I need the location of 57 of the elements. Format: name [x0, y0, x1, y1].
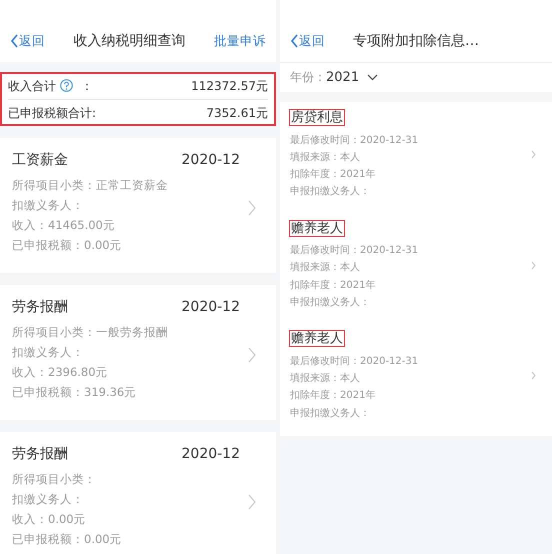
total-label: 已申报税额合计:	[8, 105, 96, 122]
record-period: 2020-12	[182, 445, 240, 464]
record-title: 工资薪金	[12, 151, 68, 170]
deduction-item[interactable]: 赡养老人 最后修改时间：2020-12-31 填报来源：本人 扣除年度：2021年 申报扣缴义务人：	[290, 329, 536, 422]
deduction-detail: 申报扣缴义务人：	[290, 406, 371, 421]
record-detail: 扣缴义务人：	[12, 344, 85, 361]
dropdown-caret-icon	[367, 74, 378, 81]
deduction-detail: 申报扣缴义务人：	[290, 184, 371, 200]
record-detail: 扣缴义务人：	[12, 197, 85, 214]
deduction-detail: 填报来源：本人	[290, 372, 361, 386]
chevron-right-icon	[248, 346, 256, 362]
deduction-detail: 最后修改时间：2020-12-31	[290, 244, 420, 258]
record-detail: 已申报税额：0.00元	[12, 531, 123, 548]
screen-title: 收入纳税明细查询	[74, 32, 186, 50]
batch-appeal-link[interactable]: 批量申诉	[214, 32, 266, 50]
record-detail: 所得项目小类：一般劳务报酬	[12, 324, 169, 341]
deduction-detail: 申报扣缴义务人：	[290, 296, 371, 310]
screen-title: 专项附加扣除信息…	[353, 32, 479, 50]
back-icon	[290, 34, 299, 48]
total-label: ：	[81, 78, 93, 94]
total-value: 7352.61元	[206, 105, 268, 122]
record-detail: 收入：0.00元	[12, 511, 87, 528]
deduction-item[interactable]: 赡养老人 最后修改时间：2020-12-31 填报来源：本人 扣除年度：2021年 申报扣缴义务人：	[290, 218, 536, 312]
record-detail: 所得项目小类：正常工资薪金	[12, 177, 169, 194]
year-selector[interactable]: 2021	[326, 68, 378, 88]
record-detail: 已申报税额：319.36元	[12, 384, 138, 401]
record-title: 劳务报酬	[12, 445, 68, 464]
deduction-title: 房贷利息	[290, 110, 344, 125]
back-icon	[10, 34, 19, 48]
record-detail: 扣缴义务人：	[12, 491, 85, 508]
chevron-right-icon	[531, 260, 536, 270]
chevron-right-icon	[531, 150, 536, 159]
record-detail: 已申报税额：0.00元	[12, 237, 123, 254]
year-label: 年份：	[290, 68, 326, 86]
deduction-detail: 扣除年度：2021年	[290, 388, 376, 404]
deduction-title: 赡养老人	[290, 220, 344, 236]
total-value: 112372.57元	[191, 78, 268, 94]
deduction-detail: 最后修改时间：2020-12-31	[290, 354, 420, 369]
record-period: 2020-12	[182, 151, 240, 170]
back-button[interactable]: 返回	[10, 32, 45, 50]
record-title: 劳务报酬	[12, 298, 68, 317]
deduction-detail: 填报来源：本人	[290, 260, 361, 276]
chevron-right-icon	[248, 494, 256, 510]
record-detail: 所得项目小类：	[12, 471, 97, 488]
deduction-detail: 最后修改时间：2020-12-31	[290, 134, 420, 148]
deduction-detail: 扣除年度：2021年	[290, 168, 376, 182]
deduction-detail: 扣除年度：2021年	[290, 278, 376, 293]
record-detail: 收入：2396.80元	[12, 364, 109, 381]
deduction-title: 赡养老人	[290, 331, 344, 346]
chevron-right-icon	[248, 200, 256, 216]
deduction-item[interactable]: 房贷利息 最后修改时间：2020-12-31 填报来源：本人 扣除年度：2021年 申报扣缴义务人：	[290, 108, 536, 201]
total-label: 收入合计	[8, 78, 56, 94]
chevron-right-icon	[531, 371, 536, 380]
record-detail: 收入：41465.00元	[12, 217, 116, 234]
deduction-detail: 填报来源：本人	[290, 150, 361, 165]
record-period: 2020-12	[182, 298, 240, 317]
back-button[interactable]: 返回	[290, 32, 325, 50]
